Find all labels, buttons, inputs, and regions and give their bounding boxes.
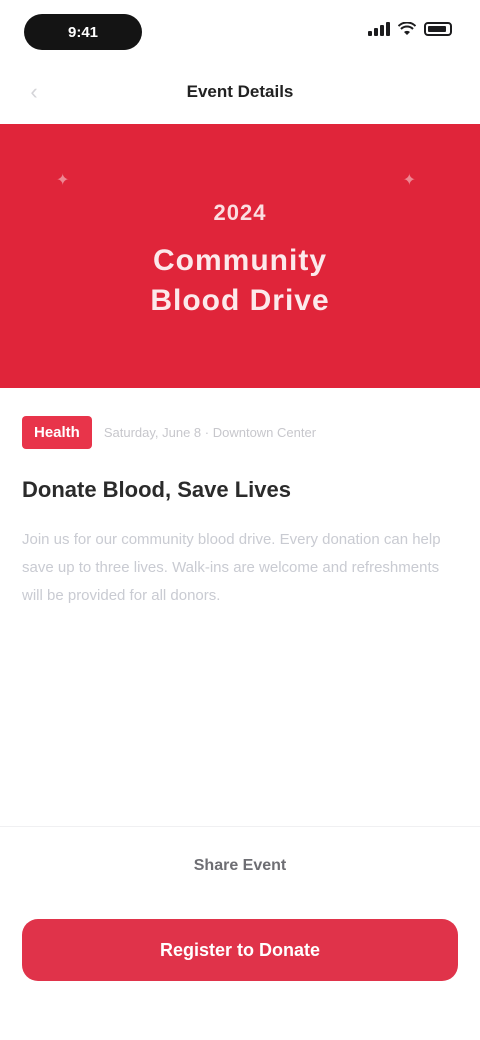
hero-kicker: 2024 [213, 200, 267, 225]
status-time: 9:41 [24, 14, 142, 50]
event-meta: Saturday, June 8 · Downtown Center [103, 424, 317, 440]
app-screen: 9:41 ‹ Event Details ✦ ✦ 2024 Community … [0, 0, 480, 1040]
category-badge: Health [22, 415, 92, 449]
status-bar: 9:41 [0, 0, 480, 64]
event-description: Join us for our community blood drive. E… [22, 531, 441, 604]
wifi-icon [398, 22, 416, 35]
event-article: Health Saturday, June 8 · Downtown Cente… [22, 412, 458, 610]
page-title: Event Details [186, 82, 294, 101]
navigation-bar: ‹ Event Details [0, 64, 480, 120]
action-footer: Share Event Register to Donate [0, 826, 480, 1040]
hero-headline-line-2: Blood Drive [150, 284, 330, 317]
back-chevron-icon[interactable]: ‹ [22, 79, 46, 104]
decorative-star-icon: ✦ [402, 172, 416, 189]
event-title: Donate Blood, Save Lives [22, 477, 291, 502]
cellular-signal-icon [368, 22, 390, 36]
status-icons [368, 22, 452, 36]
register-button[interactable]: Register to Donate [22, 919, 458, 981]
meta-row: Health Saturday, June 8 · Downtown Cente… [22, 412, 458, 452]
decorative-sparkle-icon: ✦ [56, 172, 70, 189]
battery-icon [424, 22, 452, 36]
share-event-button[interactable]: Share Event [0, 857, 480, 875]
hero-banner: ✦ ✦ 2024 Community Blood Drive [0, 124, 480, 388]
hero-headline-line-1: Community [153, 244, 327, 277]
